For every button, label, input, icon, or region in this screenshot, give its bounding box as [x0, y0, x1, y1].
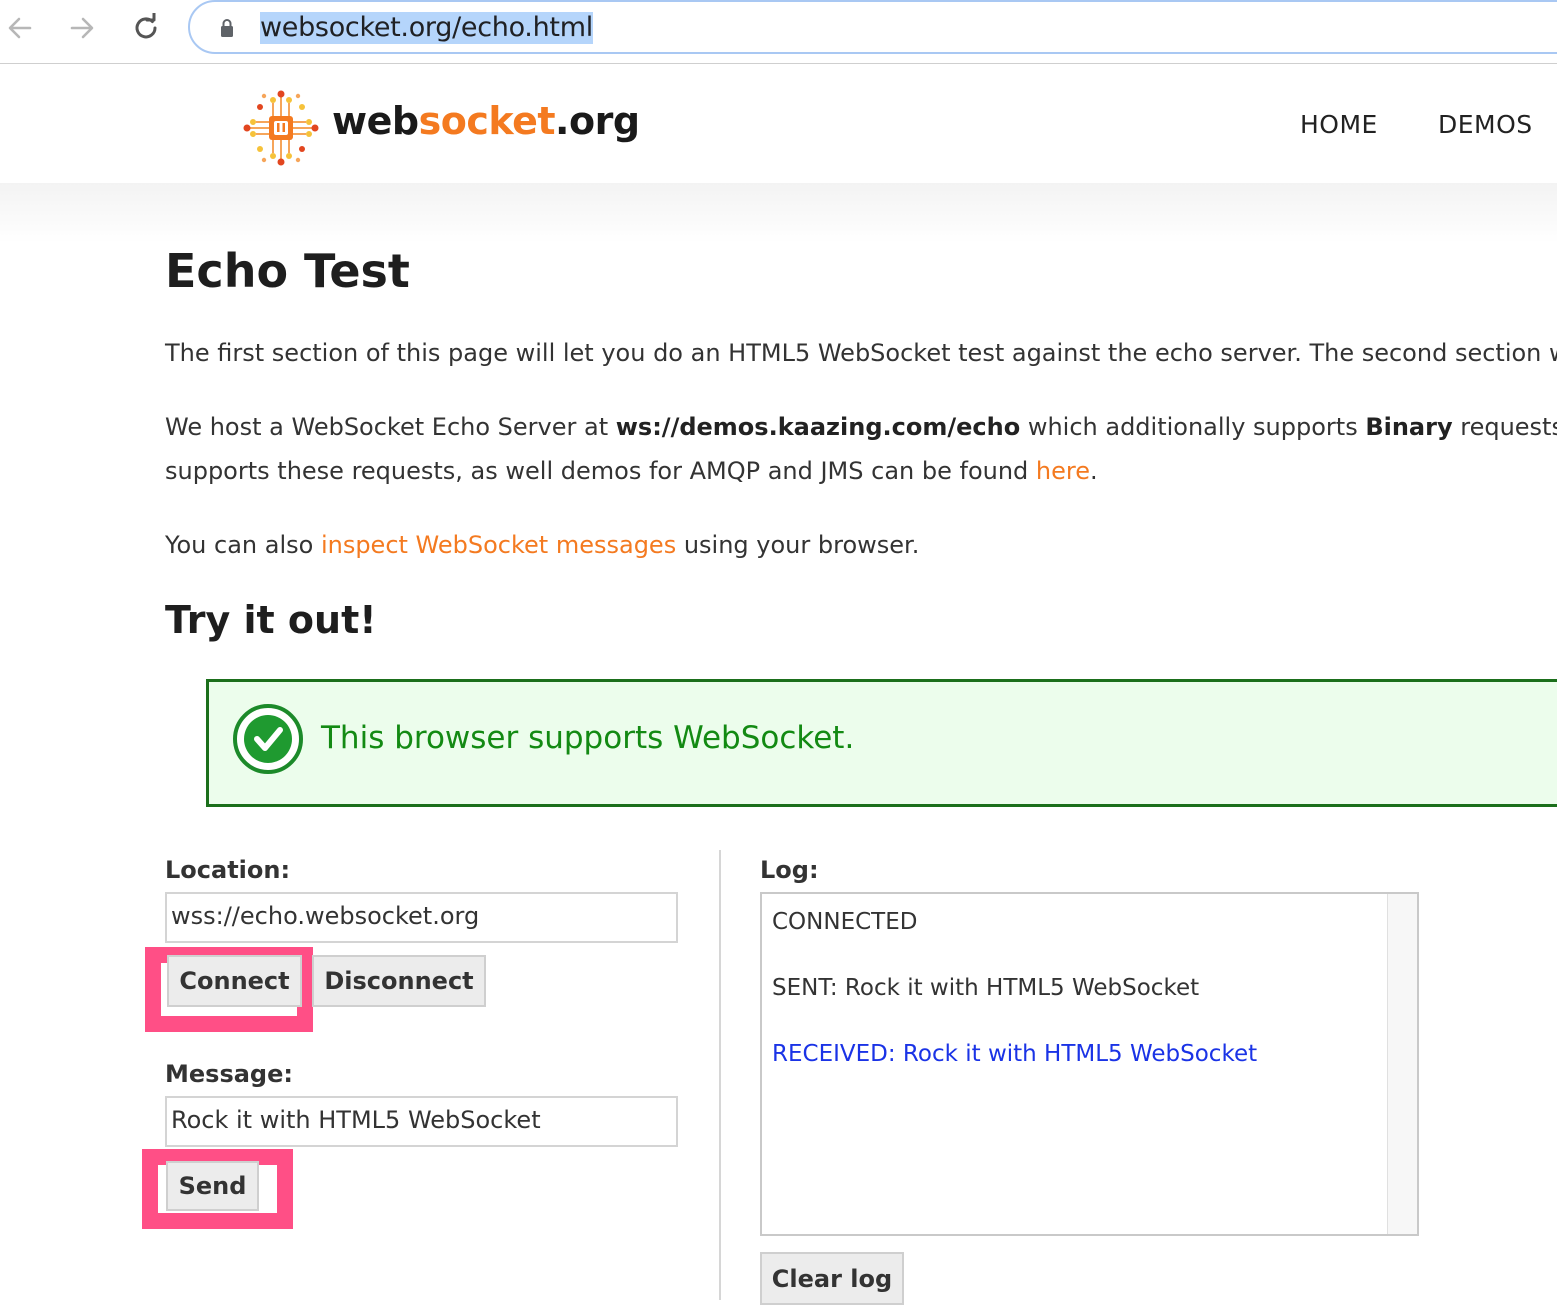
message-input[interactable]: Rock it with HTML5 WebSocket — [165, 1096, 678, 1147]
disconnect-button[interactable]: Disconnect — [312, 955, 486, 1007]
log-panel[interactable]: CONNECTED SENT: Rock it with HTML5 WebSo… — [760, 892, 1419, 1236]
host-text-prefix: We host a WebSocket Echo Server at — [165, 413, 616, 441]
here-link[interactable]: here — [1036, 457, 1090, 485]
brand-part-socket: socket — [418, 99, 556, 143]
log-scrollbar[interactable] — [1387, 894, 1417, 1234]
page-title: Echo Test — [165, 244, 410, 298]
connect-button[interactable]: Connect — [167, 955, 302, 1007]
column-divider — [719, 850, 721, 1300]
reload-icon — [135, 13, 157, 39]
host-line2-prefix: supports these requests, as well demos f… — [165, 457, 1036, 485]
host-line2-suffix: . — [1090, 457, 1098, 485]
binary-keyword: Binary — [1365, 413, 1453, 441]
arrow-right-icon — [70, 17, 94, 39]
host-paragraph-line2: supports these requests, as well demos f… — [165, 449, 1098, 493]
websocket-logo-icon[interactable] — [240, 87, 322, 169]
log-label: Log: — [760, 856, 819, 884]
forward-button[interactable] — [64, 10, 100, 46]
url-text[interactable]: websocket.org/echo.html — [260, 12, 593, 44]
try-it-heading: Try it out! — [165, 598, 377, 642]
arrow-left-icon — [8, 17, 32, 39]
inspect-text-suffix: using your browser. — [676, 531, 920, 559]
inspect-text-prefix: You can also — [165, 531, 321, 559]
location-input[interactable]: wss://echo.websocket.org — [165, 892, 678, 943]
brand-part-org: .org — [555, 99, 640, 143]
support-status-box: This browser supports WebSocket. — [206, 679, 1557, 807]
browser-toolbar: websocket.org/echo.html — [0, 0, 1557, 64]
intro-paragraph: The first section of this page will let … — [165, 339, 1557, 367]
inspect-paragraph: You can also inspect WebSocket messages … — [165, 523, 919, 567]
lock-icon — [221, 19, 233, 37]
host-paragraph-line1: We host a WebSocket Echo Server at ws://… — [165, 405, 1557, 449]
send-button[interactable]: Send — [166, 1161, 259, 1211]
address-bar[interactable]: websocket.org/echo.html — [188, 0, 1557, 54]
message-label: Message: — [165, 1060, 293, 1088]
log-entry-received: RECEIVED: Rock it with HTML5 WebSocket — [772, 1041, 1258, 1067]
site-header: websocket.org HOME DEMOS — [0, 65, 1557, 183]
reload-button[interactable] — [128, 10, 164, 46]
log-entry-connected: CONNECTED — [772, 909, 918, 935]
log-entry-sent: SENT: Rock it with HTML5 WebSocket — [772, 975, 1200, 1001]
host-text-middle: which additionally supports — [1020, 413, 1366, 441]
nav-demos[interactable]: DEMOS — [1438, 110, 1533, 139]
nav-home[interactable]: HOME — [1300, 110, 1378, 139]
checkmark-circle-icon — [233, 704, 303, 774]
brand-name[interactable]: websocket.org — [332, 99, 640, 143]
header-shadow — [0, 183, 1557, 243]
clear-log-button[interactable]: Clear log — [760, 1252, 904, 1305]
support-message: This browser supports WebSocket. — [321, 720, 855, 756]
host-text-suffix: requests — [1452, 413, 1557, 441]
location-label: Location: — [165, 856, 291, 884]
back-button[interactable] — [2, 10, 38, 46]
inspect-messages-link[interactable]: inspect WebSocket messages — [321, 531, 676, 559]
echo-server-url: ws://demos.kaazing.com/echo — [615, 413, 1021, 441]
brand-part-web: web — [332, 99, 419, 143]
